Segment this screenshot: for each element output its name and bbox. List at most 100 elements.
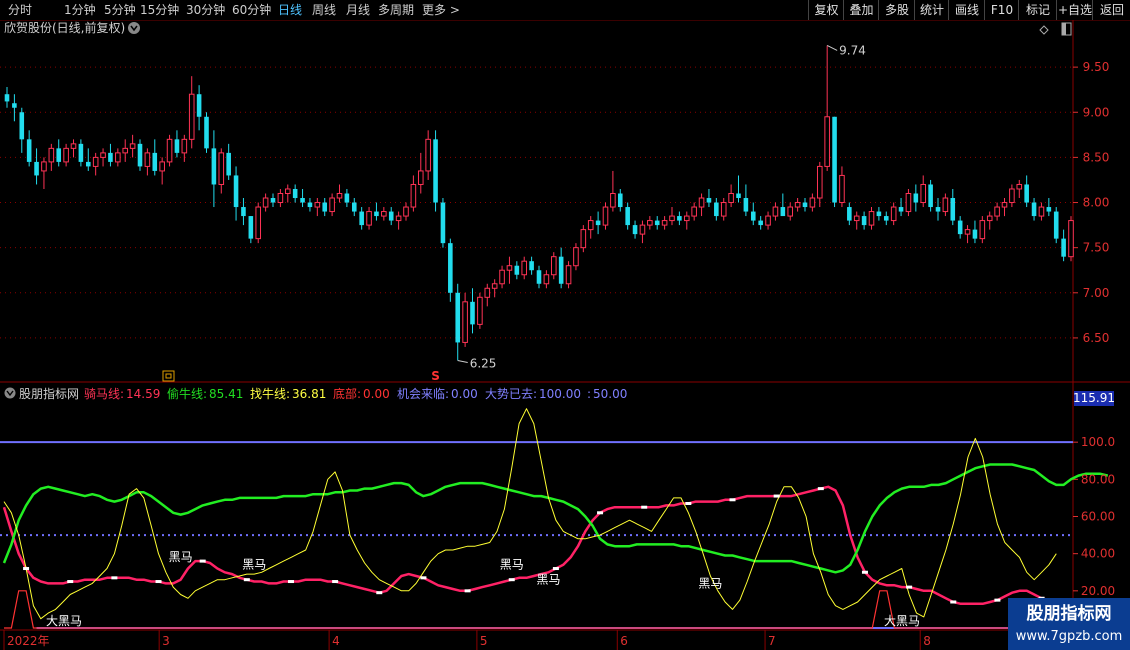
candle-body-up[interactable] <box>772 206 779 217</box>
candle-body-down[interactable] <box>750 211 756 221</box>
candle-body-up[interactable] <box>1038 206 1045 217</box>
sell-marker[interactable]: S <box>431 369 440 383</box>
candle-body-up[interactable] <box>48 147 55 163</box>
candlestick-series[interactable] <box>4 45 1074 361</box>
period-tab-4[interactable]: 30分钟 <box>186 2 225 18</box>
candle-body-up[interactable] <box>521 260 528 276</box>
candle-body-up[interactable] <box>314 202 321 208</box>
candle-body-down[interactable] <box>1024 184 1029 203</box>
candle-body-up[interactable] <box>794 202 801 208</box>
candle-body-up[interactable] <box>506 265 513 271</box>
candle-body-down[interactable] <box>470 301 475 325</box>
candle-body-up[interactable] <box>639 224 646 235</box>
candle-body-up[interactable] <box>92 156 99 167</box>
candle-body-down[interactable] <box>758 220 763 226</box>
candle-body-up[interactable] <box>381 211 387 217</box>
candle-body-down[interactable] <box>300 198 305 203</box>
candle-body-down[interactable] <box>137 143 143 167</box>
candle-body-down[interactable] <box>654 220 660 226</box>
candle-body-up[interactable] <box>580 229 587 249</box>
period-tab-6[interactable]: 日线 <box>278 2 302 18</box>
candle-body-down[interactable] <box>85 161 91 167</box>
toolbar-button-1[interactable]: 叠加 <box>843 0 879 20</box>
candle-body-up[interactable] <box>181 138 188 154</box>
toolbar-button-5[interactable]: F10 <box>984 0 1019 20</box>
candle-body-up[interactable] <box>122 147 129 154</box>
candle-body-up[interactable] <box>144 152 151 167</box>
candle-body-up[interactable] <box>417 170 424 185</box>
candle-body-down[interactable] <box>928 184 933 208</box>
diamond-icon[interactable] <box>1039 25 1049 35</box>
candle-body-down[interactable] <box>802 202 808 208</box>
candle-body-down[interactable] <box>832 116 837 203</box>
chart-title-dropdown-icon[interactable] <box>128 22 140 34</box>
candle-body-up[interactable] <box>728 193 734 204</box>
period-tab-7[interactable]: 周线 <box>312 2 336 18</box>
candle-body-up[interactable] <box>115 152 121 163</box>
candle-body-down[interactable] <box>12 103 17 108</box>
candle-body-up[interactable] <box>691 206 697 217</box>
candle-body-up[interactable] <box>890 206 897 222</box>
candle-body-down[interactable] <box>898 207 904 212</box>
period-tab-1[interactable]: 1分钟 <box>64 2 96 18</box>
candle-body-up[interactable] <box>1016 183 1023 190</box>
candle-body-up[interactable] <box>765 215 771 226</box>
candle-body-down[interactable] <box>1061 238 1066 257</box>
indicator-collapse-icon[interactable] <box>4 387 16 399</box>
candle-body-up[interactable] <box>159 161 165 172</box>
candle-body-up[interactable] <box>403 206 409 217</box>
candle-body-down[interactable] <box>174 139 180 153</box>
event-marker-icon[interactable] <box>162 370 175 382</box>
candle-body-down[interactable] <box>972 229 978 239</box>
candle-body-down[interactable] <box>196 94 202 117</box>
candle-body-up[interactable] <box>839 174 845 204</box>
candle-body-up[interactable] <box>868 211 875 226</box>
candle-body-down[interactable] <box>248 216 254 239</box>
candle-body-up[interactable] <box>816 165 823 199</box>
candle-body-up[interactable] <box>462 301 468 343</box>
candle-body-down[interactable] <box>108 152 113 162</box>
candle-body-up[interactable] <box>484 287 491 298</box>
candle-body-up[interactable] <box>550 256 557 276</box>
candle-body-up[interactable] <box>477 296 483 325</box>
candle-body-up[interactable] <box>824 116 830 167</box>
candle-body-down[interactable] <box>743 198 749 212</box>
period-tab-10[interactable]: 更多 > <box>422 2 460 18</box>
candle-body-up[interactable] <box>166 138 173 163</box>
toolbar-button-0[interactable]: 复权 <box>808 0 844 20</box>
period-tab-5[interactable]: 60分钟 <box>232 2 271 18</box>
candle-body-down[interactable] <box>1046 207 1052 212</box>
candle-body-down[interactable] <box>351 202 357 212</box>
candle-body-down[interactable] <box>617 193 623 208</box>
candle-body-up[interactable] <box>942 197 949 213</box>
candle-body-down[interactable] <box>307 202 313 208</box>
candle-body-down[interactable] <box>292 188 298 199</box>
candle-body-up[interactable] <box>565 265 572 285</box>
candle-body-up[interactable] <box>979 220 986 240</box>
candle-body-up[interactable] <box>698 197 705 208</box>
candle-body-down[interactable] <box>19 112 25 140</box>
candle-body-up[interactable] <box>587 220 594 231</box>
candle-body-down[interactable] <box>233 175 239 208</box>
candle-body-up[interactable] <box>720 202 727 217</box>
candle-body-down[interactable] <box>876 211 882 217</box>
candle-body-up[interactable] <box>188 93 195 140</box>
candle-body-down[interactable] <box>56 148 62 162</box>
candle-body-up[interactable] <box>573 247 579 267</box>
candle-body-down[interactable] <box>433 139 438 203</box>
candle-body-up[interactable] <box>395 215 402 222</box>
candle-body-down[interactable] <box>270 198 276 203</box>
candle-body-up[interactable] <box>499 269 505 285</box>
candle-body-up[interactable] <box>994 206 1000 217</box>
period-tab-2[interactable]: 5分钟 <box>104 2 136 18</box>
candle-body-up[interactable] <box>129 143 136 149</box>
candle-body-down[interactable] <box>344 193 350 203</box>
candle-body-down[interactable] <box>4 94 10 102</box>
candle-body-up[interactable] <box>41 161 47 172</box>
candle-body-down[interactable] <box>322 202 328 212</box>
candle-body-up[interactable] <box>920 183 927 204</box>
candle-body-up[interactable] <box>661 220 668 226</box>
candle-body-down[interactable] <box>374 211 379 217</box>
candle-body-down[interactable] <box>957 220 963 235</box>
toolbar-button-4[interactable]: 画线 <box>948 0 985 20</box>
